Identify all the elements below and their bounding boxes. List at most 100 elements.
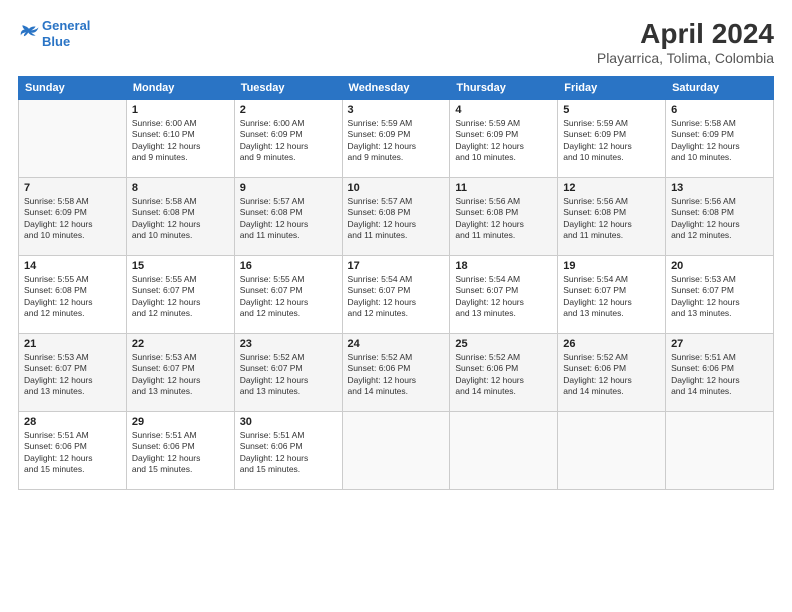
- calendar-cell: 20 Sunrise: 5:53 AM Sunset: 6:07 PM Dayli…: [666, 256, 774, 334]
- calendar-cell: 15 Sunrise: 5:55 AM Sunset: 6:07 PM Dayli…: [126, 256, 234, 334]
- calendar-cell: 14 Sunrise: 5:55 AM Sunset: 6:08 PM Dayli…: [19, 256, 127, 334]
- day-info: Sunrise: 5:52 AM Sunset: 6:07 PM Dayligh…: [240, 352, 337, 398]
- column-header-friday: Friday: [558, 77, 666, 100]
- column-header-wednesday: Wednesday: [342, 77, 450, 100]
- day-number: 5: [563, 104, 660, 116]
- calendar-cell: [558, 412, 666, 490]
- day-info: Sunrise: 5:59 AM Sunset: 6:09 PM Dayligh…: [455, 118, 552, 164]
- calendar-cell: [666, 412, 774, 490]
- day-number: 16: [240, 260, 337, 272]
- day-number: 27: [671, 338, 768, 350]
- day-number: 6: [671, 104, 768, 116]
- day-number: 10: [348, 182, 445, 194]
- day-number: 7: [24, 182, 121, 194]
- calendar-cell: 30Sunrise: 5:51 AM Sunset: 6:06 PM Dayli…: [234, 412, 342, 490]
- calendar-cell: 1 Sunrise: 6:00 AM Sunset: 6:10 PM Daylig…: [126, 100, 234, 178]
- day-info: Sunrise: 5:53 AM Sunset: 6:07 PM Dayligh…: [671, 274, 768, 320]
- column-header-thursday: Thursday: [450, 77, 558, 100]
- day-info: Sunrise: 5:52 AM Sunset: 6:06 PM Dayligh…: [563, 352, 660, 398]
- day-info: Sunrise: 5:55 AM Sunset: 6:07 PM Dayligh…: [132, 274, 229, 320]
- calendar-cell: 6Sunrise: 5:58 AM Sunset: 6:09 PM Daylig…: [666, 100, 774, 178]
- day-number: 25: [455, 338, 552, 350]
- calendar-cell: 13 Sunrise: 5:56 AM Sunset: 6:08 PM Dayli…: [666, 178, 774, 256]
- day-info: Sunrise: 5:51 AM Sunset: 6:06 PM Dayligh…: [240, 430, 337, 476]
- calendar-cell: 4 Sunrise: 5:59 AM Sunset: 6:09 PM Daylig…: [450, 100, 558, 178]
- day-number: 22: [132, 338, 229, 350]
- day-number: 11: [455, 182, 552, 194]
- calendar-cell: 18 Sunrise: 5:54 AM Sunset: 6:07 PM Dayli…: [450, 256, 558, 334]
- day-info: Sunrise: 5:53 AM Sunset: 6:07 PM Dayligh…: [132, 352, 229, 398]
- day-number: 26: [563, 338, 660, 350]
- day-info: Sunrise: 6:00 AM Sunset: 6:09 PM Dayligh…: [240, 118, 337, 164]
- day-info: Sunrise: 5:54 AM Sunset: 6:07 PM Dayligh…: [563, 274, 660, 320]
- day-number: 17: [348, 260, 445, 272]
- day-number: 15: [132, 260, 229, 272]
- calendar-cell: 19 Sunrise: 5:54 AM Sunset: 6:07 PM Dayli…: [558, 256, 666, 334]
- calendar-week-row: 28Sunrise: 5:51 AM Sunset: 6:06 PM Dayli…: [19, 412, 774, 490]
- day-info: Sunrise: 5:53 AM Sunset: 6:07 PM Dayligh…: [24, 352, 121, 398]
- day-number: 21: [24, 338, 121, 350]
- column-header-saturday: Saturday: [666, 77, 774, 100]
- day-number: 29: [132, 416, 229, 428]
- calendar-cell: 26 Sunrise: 5:52 AM Sunset: 6:06 PM Dayli…: [558, 334, 666, 412]
- calendar-cell: [342, 412, 450, 490]
- day-number: 1: [132, 104, 229, 116]
- day-info: Sunrise: 5:51 AM Sunset: 6:06 PM Dayligh…: [132, 430, 229, 476]
- day-info: Sunrise: 6:00 AM Sunset: 6:10 PM Dayligh…: [132, 118, 229, 164]
- day-info: Sunrise: 5:54 AM Sunset: 6:07 PM Dayligh…: [348, 274, 445, 320]
- calendar-cell: 12 Sunrise: 5:56 AM Sunset: 6:08 PM Dayli…: [558, 178, 666, 256]
- day-number: 13: [671, 182, 768, 194]
- calendar-cell: 29 Sunrise: 5:51 AM Sunset: 6:06 PM Dayli…: [126, 412, 234, 490]
- page-subtitle: Playarrica, Tolima, Colombia: [597, 50, 774, 66]
- day-info: Sunrise: 5:58 AM Sunset: 6:09 PM Dayligh…: [24, 196, 121, 242]
- calendar-table: SundayMondayTuesdayWednesdayThursdayFrid…: [18, 76, 774, 490]
- calendar-cell: 23Sunrise: 5:52 AM Sunset: 6:07 PM Dayli…: [234, 334, 342, 412]
- day-number: 24: [348, 338, 445, 350]
- calendar-cell: 2Sunrise: 6:00 AM Sunset: 6:09 PM Daylig…: [234, 100, 342, 178]
- day-info: Sunrise: 5:54 AM Sunset: 6:07 PM Dayligh…: [455, 274, 552, 320]
- column-header-sunday: Sunday: [19, 77, 127, 100]
- day-info: Sunrise: 5:56 AM Sunset: 6:08 PM Dayligh…: [671, 196, 768, 242]
- day-info: Sunrise: 5:59 AM Sunset: 6:09 PM Dayligh…: [348, 118, 445, 164]
- logo-text: General Blue: [42, 18, 90, 49]
- calendar-header-row: SundayMondayTuesdayWednesdayThursdayFrid…: [19, 77, 774, 100]
- calendar-week-row: 14 Sunrise: 5:55 AM Sunset: 6:08 PM Dayli…: [19, 256, 774, 334]
- day-info: Sunrise: 5:52 AM Sunset: 6:06 PM Dayligh…: [455, 352, 552, 398]
- header: General Blue April 2024 Playarrica, Toli…: [18, 18, 774, 66]
- day-info: Sunrise: 5:55 AM Sunset: 6:08 PM Dayligh…: [24, 274, 121, 320]
- day-info: Sunrise: 5:55 AM Sunset: 6:07 PM Dayligh…: [240, 274, 337, 320]
- day-number: 12: [563, 182, 660, 194]
- day-info: Sunrise: 5:59 AM Sunset: 6:09 PM Dayligh…: [563, 118, 660, 164]
- day-info: Sunrise: 5:51 AM Sunset: 6:06 PM Dayligh…: [24, 430, 121, 476]
- day-number: 4: [455, 104, 552, 116]
- calendar-week-row: 1 Sunrise: 6:00 AM Sunset: 6:10 PM Daylig…: [19, 100, 774, 178]
- day-number: 18: [455, 260, 552, 272]
- calendar-cell: 17 Sunrise: 5:54 AM Sunset: 6:07 PM Dayli…: [342, 256, 450, 334]
- calendar-cell: 8Sunrise: 5:58 AM Sunset: 6:08 PM Daylig…: [126, 178, 234, 256]
- calendar-cell: 21 Sunrise: 5:53 AM Sunset: 6:07 PM Dayli…: [19, 334, 127, 412]
- day-info: Sunrise: 5:57 AM Sunset: 6:08 PM Dayligh…: [348, 196, 445, 242]
- calendar-cell: 9Sunrise: 5:57 AM Sunset: 6:08 PM Daylig…: [234, 178, 342, 256]
- calendar-cell: 11 Sunrise: 5:56 AM Sunset: 6:08 PM Dayli…: [450, 178, 558, 256]
- day-number: 14: [24, 260, 121, 272]
- calendar-cell: [19, 100, 127, 178]
- day-info: Sunrise: 5:56 AM Sunset: 6:08 PM Dayligh…: [563, 196, 660, 242]
- day-number: 3: [348, 104, 445, 116]
- calendar-cell: 7 Sunrise: 5:58 AM Sunset: 6:09 PM Daylig…: [19, 178, 127, 256]
- calendar-cell: [450, 412, 558, 490]
- day-number: 19: [563, 260, 660, 272]
- day-number: 8: [132, 182, 229, 194]
- calendar-cell: 28Sunrise: 5:51 AM Sunset: 6:06 PM Dayli…: [19, 412, 127, 490]
- calendar-cell: 27 Sunrise: 5:51 AM Sunset: 6:06 PM Dayli…: [666, 334, 774, 412]
- day-number: 20: [671, 260, 768, 272]
- calendar-cell: 5 Sunrise: 5:59 AM Sunset: 6:09 PM Daylig…: [558, 100, 666, 178]
- page: General Blue April 2024 Playarrica, Toli…: [0, 0, 792, 612]
- calendar-week-row: 7 Sunrise: 5:58 AM Sunset: 6:09 PM Daylig…: [19, 178, 774, 256]
- title-block: April 2024 Playarrica, Tolima, Colombia: [597, 18, 774, 66]
- day-info: Sunrise: 5:52 AM Sunset: 6:06 PM Dayligh…: [348, 352, 445, 398]
- logo: General Blue: [18, 18, 90, 49]
- calendar-cell: 25 Sunrise: 5:52 AM Sunset: 6:06 PM Dayli…: [450, 334, 558, 412]
- day-info: Sunrise: 5:51 AM Sunset: 6:06 PM Dayligh…: [671, 352, 768, 398]
- page-title: April 2024: [597, 18, 774, 50]
- day-info: Sunrise: 5:56 AM Sunset: 6:08 PM Dayligh…: [455, 196, 552, 242]
